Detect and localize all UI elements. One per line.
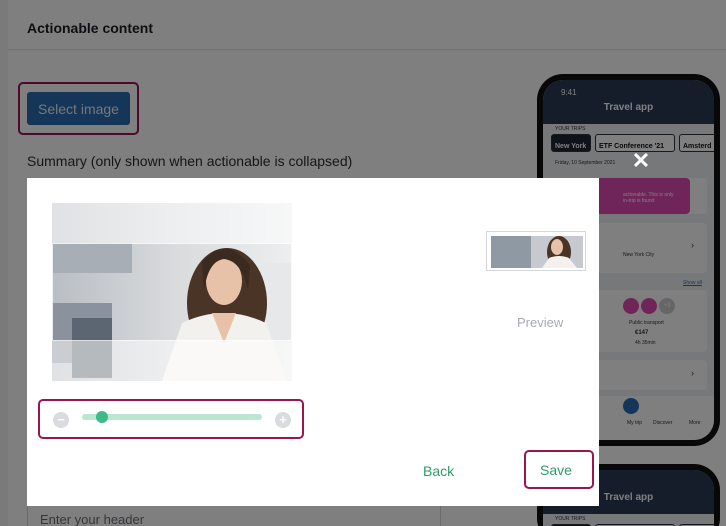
save-button[interactable]: Save — [531, 459, 581, 481]
crop-frame[interactable] — [52, 243, 292, 341]
preview-label: Preview — [517, 315, 564, 330]
back-button[interactable]: Back — [423, 460, 471, 482]
preview-image — [491, 236, 583, 268]
close-icon[interactable]: ✕ — [628, 148, 654, 174]
crop-mask-top — [52, 203, 292, 243]
minus-circle-icon[interactable]: − — [53, 412, 69, 428]
crop-area[interactable] — [52, 203, 292, 381]
crop-mask-bottom — [52, 341, 292, 381]
zoom-slider-handle[interactable] — [96, 411, 108, 423]
plus-circle-icon[interactable]: + — [275, 412, 291, 428]
preview-thumbnail — [486, 231, 586, 271]
zoom-slider-track[interactable] — [82, 414, 262, 420]
image-crop-dialog: − + Preview Back Save — [27, 178, 599, 506]
